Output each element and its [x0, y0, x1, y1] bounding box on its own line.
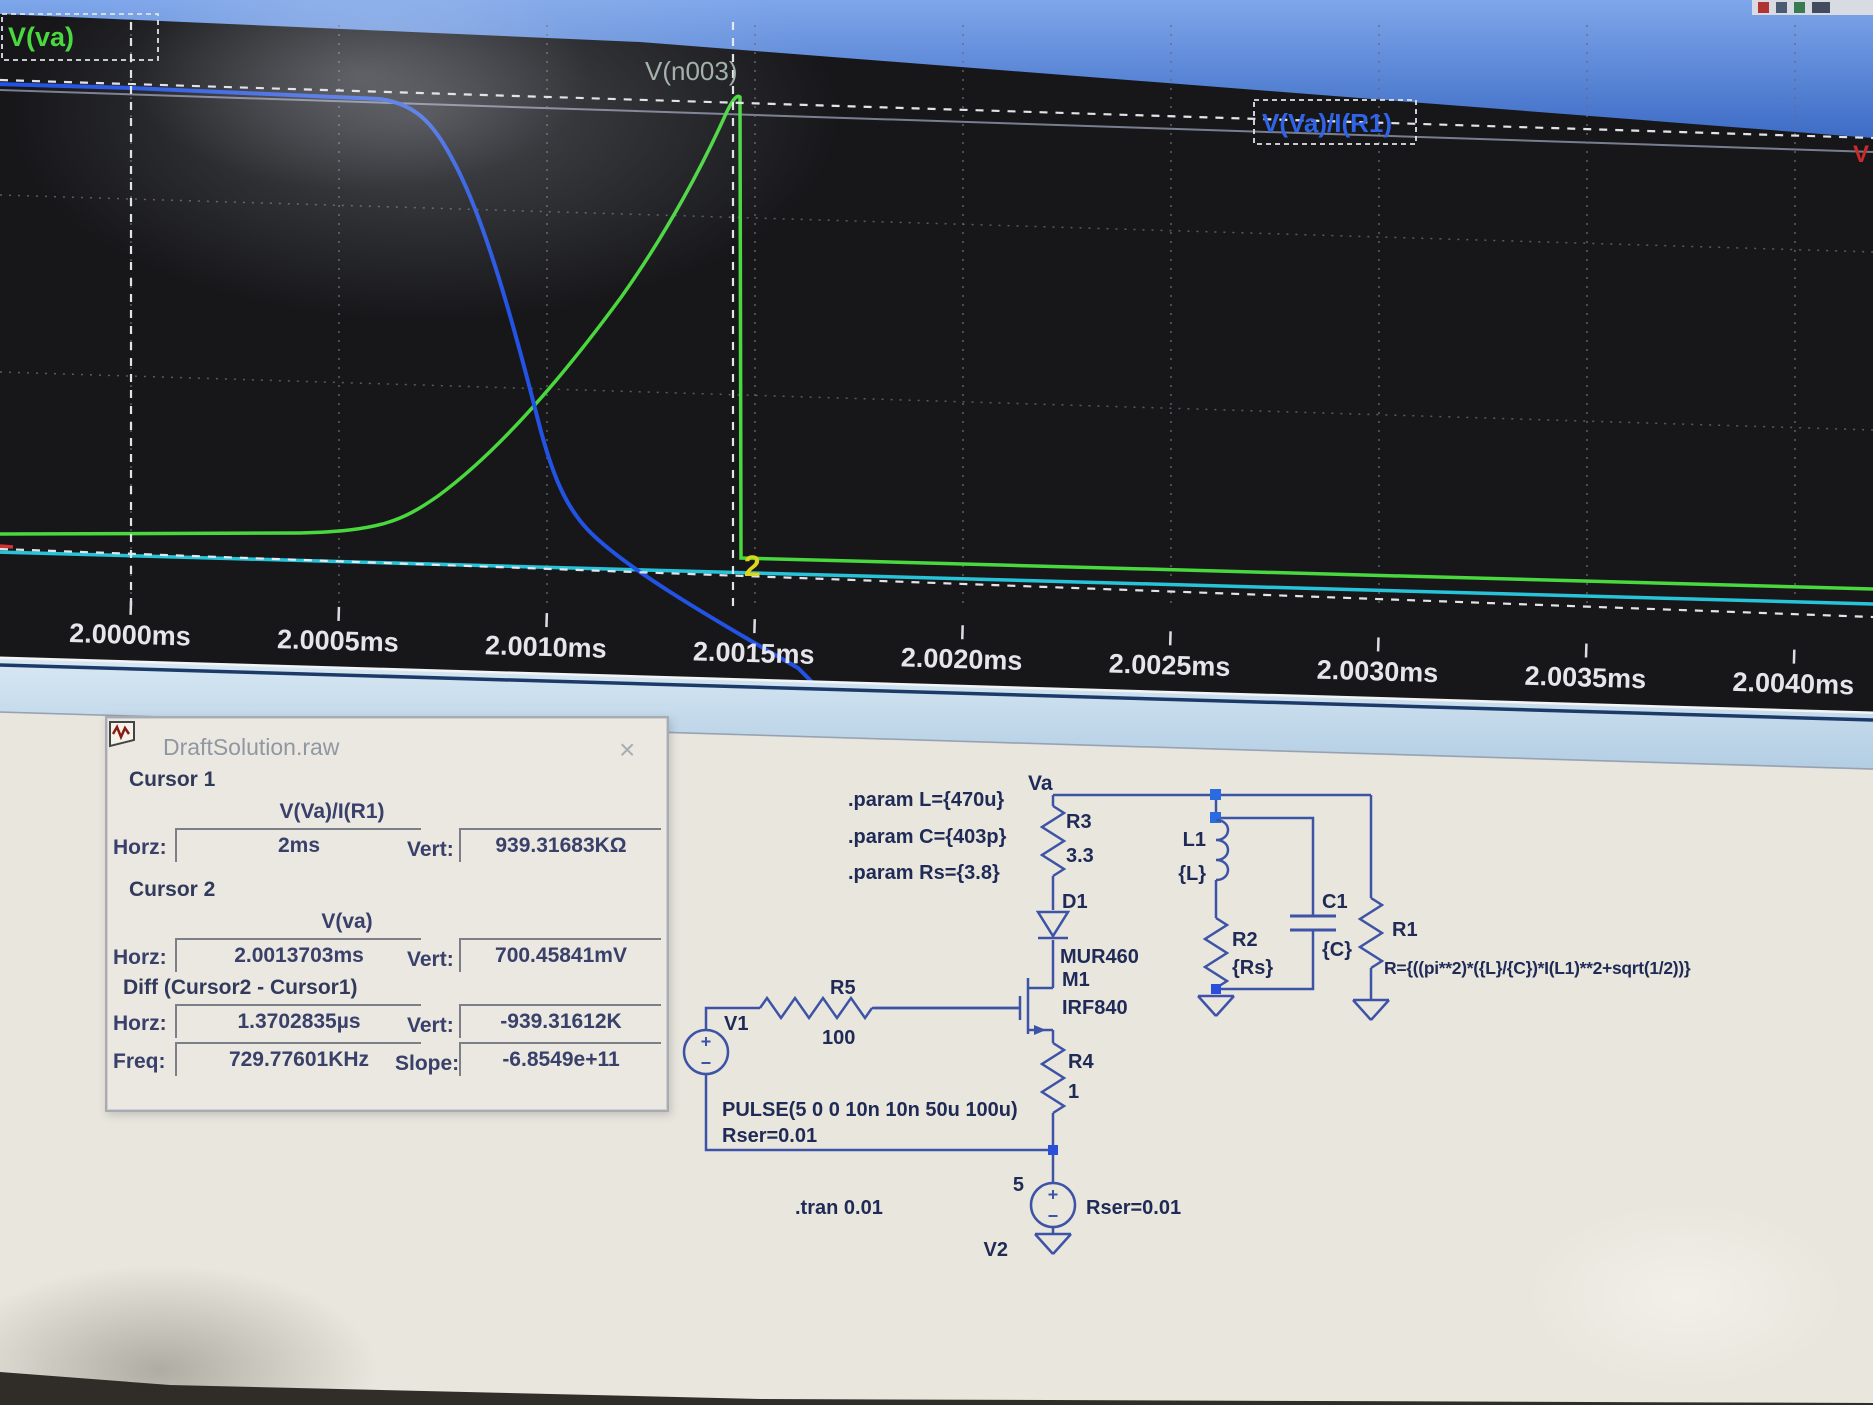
v2-rser-text: Rser=0.01: [1086, 1197, 1181, 1219]
node-label-va: Va: [1028, 772, 1053, 795]
component-name: D1: [1062, 891, 1088, 913]
component-name: L1: [1183, 829, 1206, 851]
directive-param-rs[interactable]: .param Rs={3.8}: [848, 862, 1000, 884]
selection-handle: [1210, 789, 1221, 800]
component-value: {C}: [1322, 939, 1352, 961]
axis-tick-label: 2.0035ms: [1524, 661, 1646, 695]
trace-label-vn003[interactable]: V(n003): [645, 56, 738, 86]
trace-label-vva[interactable]: V(va): [8, 22, 74, 52]
freq-value: 729.77601KHz: [175, 1042, 421, 1076]
cursor2-vert-label: Vert:: [407, 948, 454, 971]
diff-vert-value: -939.31612K: [459, 1004, 661, 1038]
component-name: R5: [830, 977, 856, 999]
component-name: V1: [724, 1013, 748, 1035]
axis-tick-label: 2.0000ms: [69, 618, 191, 652]
taskbar-fragment: [1752, 0, 1873, 15]
main-canvas: 2 2.0000ms 2.0005ms 2.0010ms 2.0015ms 2.…: [0, 0, 1873, 1405]
component-value: MUR460: [1060, 946, 1139, 968]
component-value: 5: [1013, 1174, 1024, 1196]
axis-tick-label: 2.0040ms: [1732, 667, 1854, 701]
component-name: R2: [1232, 929, 1258, 951]
axis-tick-label: 2.0015ms: [693, 636, 815, 670]
axis-tick-label: 2.0030ms: [1316, 655, 1438, 689]
cursor2-marker[interactable]: 2: [744, 550, 761, 583]
cursor1-horz-label: Horz:: [113, 836, 167, 859]
axis-tick-label: 2.0025ms: [1108, 649, 1230, 683]
component-value: R={((pi**2)*({L}/{C})*I(L1)**2+sqrt(1/2)…: [1384, 958, 1691, 978]
component-name: R4: [1068, 1051, 1094, 1073]
cursor2-horz-label: Horz:: [113, 946, 167, 969]
component-name: M1: [1062, 969, 1090, 991]
component-value: 100: [822, 1027, 855, 1049]
cursor2-vert-value: 700.45841mV: [459, 938, 661, 972]
axis-tick-label: 2.0020ms: [900, 642, 1022, 676]
component-value: {Rs}: [1232, 957, 1273, 979]
slope-value: -6.8549e+11: [459, 1042, 661, 1076]
freq-label: Freq:: [113, 1050, 166, 1073]
cursor1-vert-label: Vert:: [407, 838, 454, 861]
slope-label: Slope:: [395, 1052, 460, 1075]
cursor1-vert-value: 939.31683KΩ: [459, 828, 661, 862]
component-name: R3: [1066, 811, 1092, 833]
trace-label-clipped: V: [1853, 141, 1869, 168]
dialog-title[interactable]: DraftSolution.raw: [163, 734, 339, 761]
component-name: V2: [984, 1239, 1008, 1261]
component-value: 1: [1068, 1081, 1079, 1103]
cursor-window[interactable]: DraftSolution.raw × Cursor 1 V(Va)/I(R1)…: [105, 716, 669, 1112]
junction-dot: [1048, 1145, 1058, 1155]
diff-horz-value: 1.3702835µs: [175, 1004, 421, 1038]
diff-heading: Diff (Cursor2 - Cursor1): [123, 976, 358, 999]
axis-tick-label: 2.0010ms: [485, 630, 607, 664]
component-value: 3.3: [1066, 845, 1094, 867]
close-icon[interactable]: ×: [619, 736, 635, 764]
ltspice-icon: [109, 721, 135, 748]
diff-vert-label: Vert:: [407, 1014, 454, 1037]
ltspice-screen: 2 2.0000ms 2.0005ms 2.0010ms 2.0015ms 2.…: [0, 0, 1873, 1405]
diff-horz-label: Horz:: [113, 1012, 167, 1035]
v1-rser-text: Rser=0.01: [722, 1125, 817, 1147]
directive-param-l[interactable]: .param L={470u}: [848, 789, 1004, 811]
directive-param-c[interactable]: .param C={403p}: [848, 826, 1007, 848]
axis-tick-label: 2.0005ms: [277, 624, 399, 658]
v1-pulse-text[interactable]: PULSE(5 0 0 10n 10n 50u 100u): [722, 1099, 1018, 1121]
cursor1-heading: Cursor 1: [129, 768, 216, 791]
cursor2-horz-value: 2.0013703ms: [175, 938, 421, 972]
trace-red-fragment: [0, 544, 14, 549]
junction-dot: [1211, 984, 1221, 994]
component-name: C1: [1322, 891, 1348, 913]
component-value: {L}: [1178, 863, 1206, 885]
component-value: IRF840: [1062, 997, 1128, 1019]
cursor1-horz-value: 2ms: [175, 828, 421, 862]
component-name: R1: [1392, 919, 1418, 941]
trace-label-resistance[interactable]: V(Va)/I(R1): [1262, 108, 1392, 138]
cursor1-trace-name: V(Va)/I(R1): [279, 800, 385, 823]
cursor2-trace-name: V(va): [321, 910, 373, 933]
directive-tran[interactable]: .tran 0.01: [795, 1197, 883, 1219]
cursor2-heading: Cursor 2: [129, 878, 216, 901]
